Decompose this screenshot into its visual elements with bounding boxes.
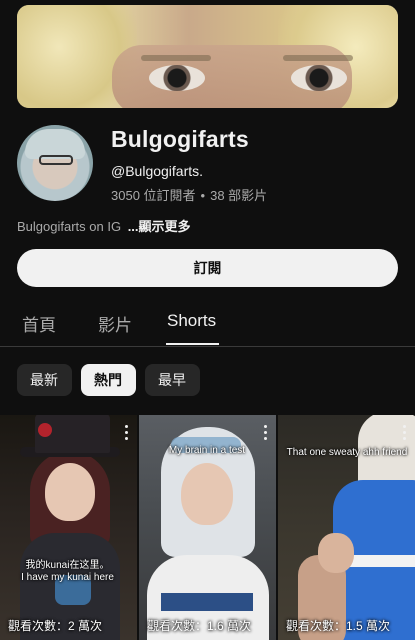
banner-eye-left — [149, 65, 205, 91]
thumbnail-figure — [161, 593, 253, 611]
thumbnail-figure — [318, 533, 354, 573]
short-caption: That one sweaty ahh friend — [286, 447, 408, 458]
tab-videos[interactable]: 影片 — [98, 311, 132, 336]
short-thumbnail[interactable]: 我的kunai在这里。 I have my kunai here 觀看次數：2 … — [0, 415, 137, 640]
thumbnail-figure — [45, 463, 95, 521]
subscriber-count: 3050 位訂閱者 — [111, 188, 196, 203]
filter-chip-popular[interactable]: 熱門 — [81, 364, 136, 396]
video-count: 38 部影片 — [210, 188, 268, 203]
short-view-count: 觀看次數：1.6 萬次 — [147, 619, 252, 633]
channel-avatar[interactable] — [17, 125, 93, 201]
thumbnail-figure — [181, 463, 233, 525]
short-thumbnail[interactable]: My brain in a test 觀看次數：1.6 萬次 — [139, 415, 276, 640]
banner-eye-right — [291, 65, 347, 91]
banner-brow-left — [141, 55, 211, 61]
subscribe-button[interactable]: 訂閱 — [17, 249, 398, 287]
stats-separator: • — [200, 188, 206, 203]
short-caption: My brain in a test — [168, 445, 246, 456]
filter-chip-latest[interactable]: 最新 — [17, 364, 72, 396]
tab-shorts[interactable]: Shorts — [167, 311, 216, 331]
banner-brow-right — [283, 55, 353, 61]
short-caption: I have my kunai here — [21, 572, 114, 583]
short-view-count: 觀看次數：1.5 萬次 — [286, 619, 391, 633]
more-options-icon[interactable] — [125, 425, 129, 441]
channel-banner — [17, 5, 398, 108]
short-thumbnail[interactable]: That one sweaty ahh friend 觀看次數：1.5 萬次 — [278, 415, 415, 640]
show-more-link[interactable]: ...顯示更多 — [128, 219, 191, 234]
description-text: Bulgogifarts on IG — [17, 219, 122, 234]
thumbnail-figure — [348, 555, 415, 567]
channel-stats: 3050 位訂閱者 • 38 部影片 — [111, 185, 267, 204]
more-options-icon[interactable] — [403, 425, 407, 441]
active-tab-indicator — [166, 343, 219, 345]
channel-tabs: 首頁 影片 Shorts — [0, 300, 415, 347]
more-options-icon[interactable] — [264, 425, 268, 441]
thumbnail-figure — [38, 423, 52, 437]
filter-chip-oldest[interactable]: 最早 — [145, 364, 200, 396]
channel-name: Bulgogifarts — [111, 126, 249, 152]
short-view-count: 觀看次數：2 萬次 — [8, 619, 103, 633]
tab-home[interactable]: 首頁 — [22, 311, 56, 336]
avatar-glasses — [39, 155, 73, 165]
short-caption: 我的kunai在这里。 — [25, 560, 110, 571]
shorts-grid: 我的kunai在这里。 I have my kunai here 觀看次數：2 … — [0, 415, 415, 640]
channel-description[interactable]: Bulgogifarts on IG ...顯示更多 — [17, 216, 191, 235]
channel-handle: @Bulgogifarts. — [111, 163, 204, 179]
